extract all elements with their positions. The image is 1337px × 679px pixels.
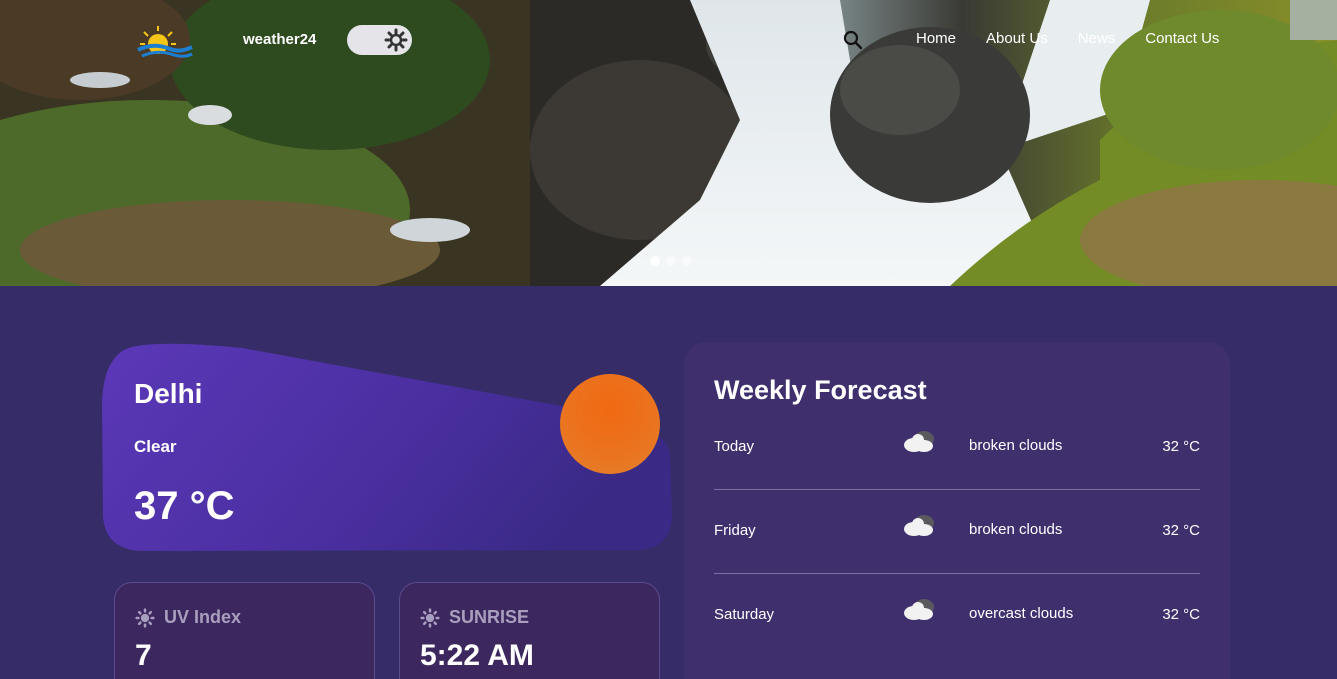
divider xyxy=(714,573,1200,574)
forecast-description: broken clouds xyxy=(969,437,1063,454)
nav-news[interactable]: News xyxy=(1078,30,1116,47)
sunrise-label: SUNRISE xyxy=(449,607,530,627)
weather-condition: Clear xyxy=(134,437,177,456)
hero-banner: weather24 Home About Us News Contact Us xyxy=(0,0,1337,286)
search-icon[interactable] xyxy=(842,29,864,51)
nav-contact-us[interactable]: Contact Us xyxy=(1145,30,1219,47)
brand-name[interactable]: weather24 xyxy=(243,31,316,48)
sunrise-icon xyxy=(420,607,440,628)
main-nav: Home About Us News Contact Us xyxy=(916,30,1219,47)
sunrise-value: 5:22 AM xyxy=(420,639,534,672)
forecast-title: Weekly Forecast xyxy=(714,375,927,405)
forecast-day: Saturday xyxy=(714,606,775,623)
nav-about-us[interactable]: About Us xyxy=(986,30,1048,47)
cloud-icon xyxy=(904,515,934,536)
city-name: Delhi xyxy=(134,378,203,409)
nav-home[interactable]: Home xyxy=(916,30,956,47)
forecast-temp: 32 °C xyxy=(1162,522,1200,539)
weekly-forecast-panel: Weekly Forecast Today broken clouds 32 °… xyxy=(684,342,1230,679)
current-temperature: 37 °C xyxy=(134,484,235,528)
forecast-description: broken clouds xyxy=(969,521,1063,538)
carousel-indicators xyxy=(650,256,692,266)
forecast-row[interactable]: Saturday overcast clouds 32 °C xyxy=(714,599,1200,679)
forecast-temp: 32 °C xyxy=(1162,606,1200,623)
forecast-row[interactable]: Today broken clouds 32 °C xyxy=(714,431,1200,522)
sun-icon xyxy=(560,374,660,474)
uv-index-card: UV Index 7 xyxy=(114,582,375,679)
sunrise-card: SUNRISE 5:22 AM xyxy=(399,582,660,679)
sun-small-icon xyxy=(135,607,155,628)
cloud-icon xyxy=(904,599,934,620)
forecast-description: overcast clouds xyxy=(969,605,1074,622)
forecast-day: Today xyxy=(714,438,755,455)
forecast-row[interactable]: Friday broken clouds 32 °C xyxy=(714,515,1200,606)
logo-icon[interactable] xyxy=(136,22,194,62)
cloud-icon xyxy=(904,431,934,452)
forecast-temp: 32 °C xyxy=(1162,438,1200,455)
carousel-dot[interactable] xyxy=(666,256,676,266)
carousel-dot[interactable] xyxy=(650,256,660,266)
uv-index-label: UV Index xyxy=(164,607,242,627)
uv-index-value: 7 xyxy=(135,639,152,672)
gear-icon xyxy=(384,28,408,52)
carousel-dot[interactable] xyxy=(682,256,692,266)
theme-toggle[interactable] xyxy=(347,25,412,55)
divider xyxy=(714,489,1200,490)
forecast-day: Friday xyxy=(714,522,756,539)
